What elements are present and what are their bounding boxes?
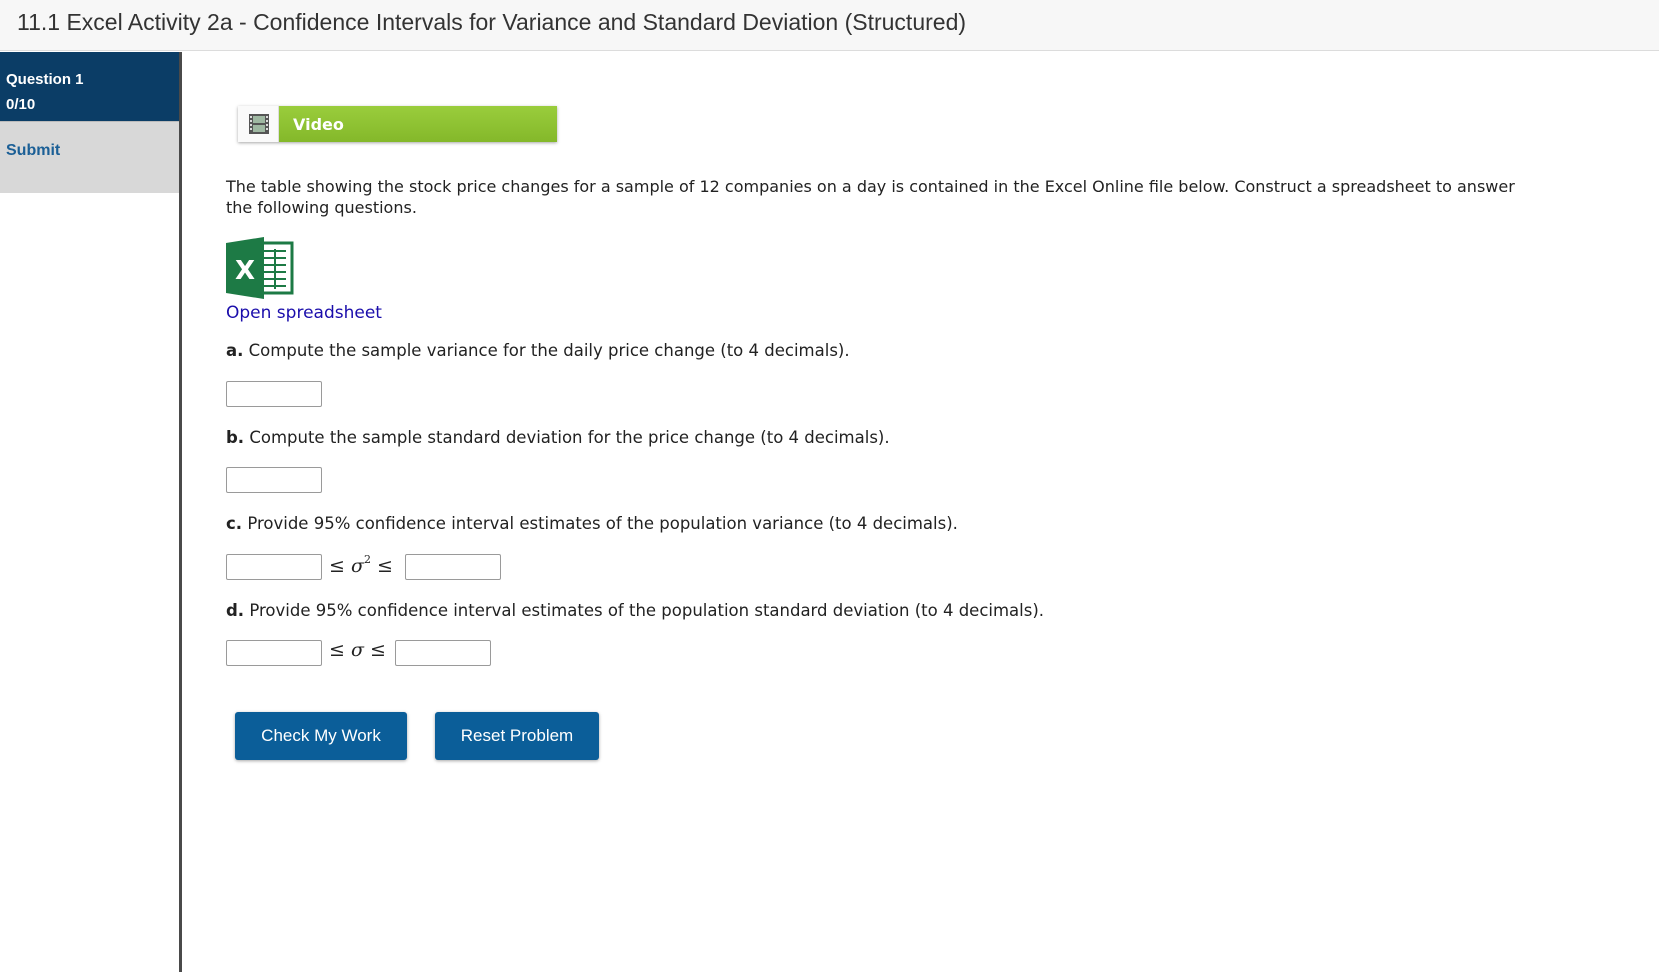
question-d: d. Provide 95% confidence interval estim… — [226, 601, 1044, 620]
question-c: c. Provide 95% confidence interval estim… — [226, 514, 958, 533]
question-letter: c. — [226, 514, 243, 533]
reset-problem-button[interactable]: Reset Problem — [435, 712, 599, 760]
submit-label: Submit — [6, 142, 61, 159]
video-label-box: Video — [279, 106, 557, 142]
variance-inequality: ≤ σ2 ≤ — [329, 553, 393, 577]
question-sidebar: Question 1 0/10 Submit — [0, 52, 182, 972]
video-label: Video — [293, 115, 344, 134]
question-text: Provide 95% confidence interval estimate… — [247, 514, 958, 533]
leq-symbol: ≤ — [370, 555, 393, 577]
title-bar: 11.1 Excel Activity 2a - Confidence Inte… — [0, 0, 1659, 51]
question-text: Compute the sample standard deviation fo… — [249, 428, 890, 447]
question-text: Compute the sample variance for the dail… — [248, 341, 850, 360]
question-text: Provide 95% confidence interval estimate… — [249, 601, 1045, 620]
stddev-lower-input[interactable] — [226, 640, 322, 666]
sidebar-item-submit[interactable]: Submit — [0, 121, 179, 193]
sigma-symbol: ≤ σ — [329, 555, 364, 577]
question-b: b. Compute the sample standard deviation… — [226, 428, 890, 447]
answer-a-input[interactable] — [226, 381, 322, 407]
question-letter: a. — [226, 341, 244, 360]
exponent: 2 — [363, 553, 371, 566]
video-button[interactable]: Video — [238, 106, 557, 142]
page-title: 11.1 Excel Activity 2a - Confidence Inte… — [17, 9, 967, 35]
variance-lower-input[interactable] — [226, 554, 322, 580]
stddev-inequality: ≤ σ ≤ — [329, 639, 386, 661]
check-my-work-button[interactable]: Check My Work — [235, 712, 407, 760]
question-score: 0/10 — [6, 96, 36, 113]
svg-text:X: X — [235, 256, 255, 286]
film-icon — [238, 106, 279, 142]
excel-icon[interactable]: X — [226, 237, 294, 303]
question-a: a. Compute the sample variance for the d… — [226, 341, 850, 360]
problem-intro: The table showing the stock price change… — [226, 177, 1515, 217]
sidebar-item-question-1[interactable]: Question 1 0/10 — [0, 52, 179, 121]
question-letter: d. — [226, 601, 245, 620]
question-letter: b. — [226, 428, 245, 447]
open-spreadsheet-link[interactable]: Open spreadsheet — [226, 303, 382, 323]
variance-upper-input[interactable] — [405, 554, 501, 580]
stddev-upper-input[interactable] — [395, 640, 491, 666]
answer-b-input[interactable] — [226, 467, 322, 493]
question-label: Question 1 — [6, 71, 84, 88]
